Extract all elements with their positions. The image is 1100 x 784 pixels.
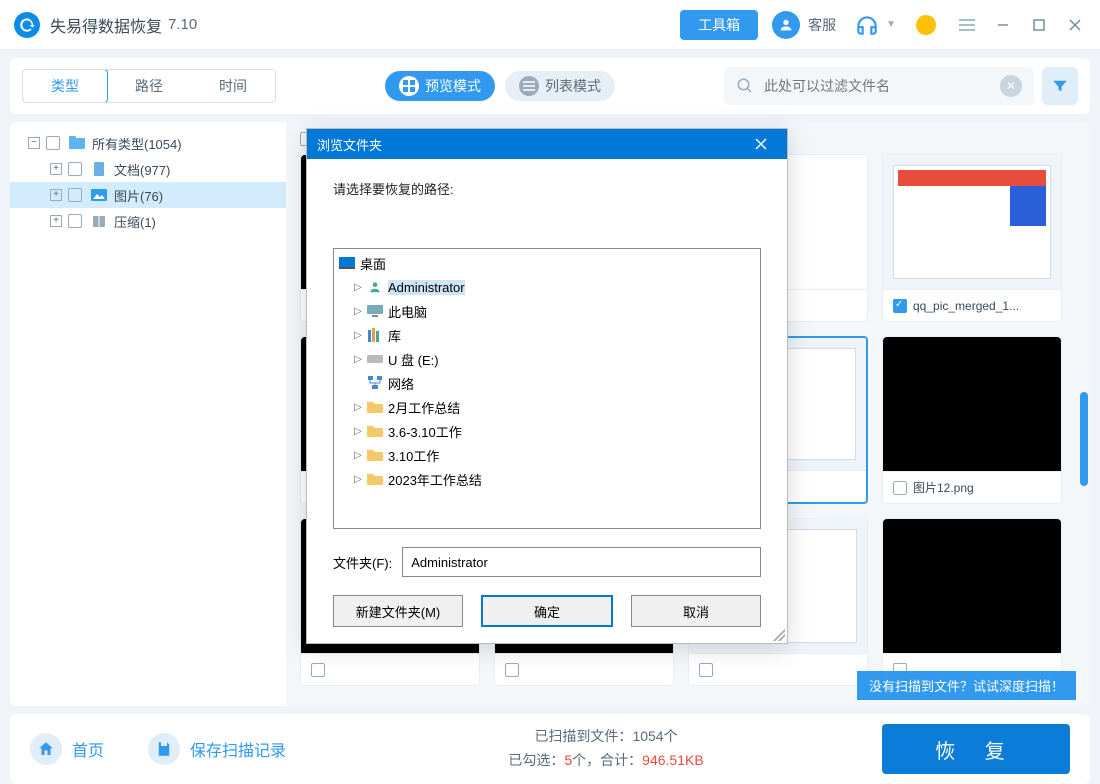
folder-tree[interactable]: 桌面 ▷Administrator ▷此电脑 ▷库 ▷U 盘 (E:) 网络 ▷… (333, 248, 761, 529)
sidebar: − 所有类型(1054) + 文档(977) + 图片(76) + 压缩(1) (10, 122, 286, 706)
folder-icon (366, 399, 384, 415)
close-button[interactable] (1064, 14, 1086, 36)
expand-icon[interactable]: + (50, 215, 62, 227)
search-icon (736, 77, 754, 95)
tree-checkbox[interactable] (68, 214, 82, 228)
maximize-button[interactable] (1028, 14, 1050, 36)
app-logo (14, 12, 40, 38)
filter-button[interactable] (1042, 67, 1078, 105)
ok-button[interactable]: 确定 (481, 595, 613, 627)
library-icon (366, 327, 384, 343)
folder-icon (366, 447, 384, 463)
expand-icon[interactable]: + (50, 163, 62, 175)
tree-folder[interactable]: ▷2023年工作总结 (334, 467, 760, 491)
toolbox-button[interactable]: 工具箱 (680, 10, 758, 40)
grid-icon (399, 76, 419, 96)
list-icon (519, 76, 539, 96)
menu-button[interactable] (956, 14, 978, 36)
user-icon (366, 279, 384, 295)
tree-usb[interactable]: ▷U 盘 (E:) (334, 347, 760, 371)
preview-mode-button[interactable]: 预览模式 (385, 71, 495, 101)
folder-icon (366, 423, 384, 439)
cancel-button[interactable]: 取消 (631, 595, 761, 627)
browse-folder-dialog: 浏览文件夹 请选择要恢复的路径: 桌面 ▷Administrator ▷此电脑 … (306, 128, 788, 644)
dialog-prompt: 请选择要恢复的路径: (333, 179, 761, 198)
tree-network[interactable]: 网络 (334, 371, 760, 395)
footer: 首页 保存扫描记录 已扫描到文件：1054个 已勾选：5个，合计：946.51K… (10, 714, 1090, 784)
app-title: 失易得数据恢复 (50, 13, 162, 37)
filter-tabs: 类型 路径 时间 (22, 69, 276, 103)
folder-icon (366, 471, 384, 487)
tree-archive[interactable]: + 压缩(1) (10, 208, 286, 234)
save-scan-button[interactable]: 保存扫描记录 (148, 733, 286, 765)
save-icon (148, 733, 180, 765)
home-icon (30, 733, 62, 765)
tree-desktop[interactable]: 桌面 (334, 251, 760, 275)
dialog-titlebar: 浏览文件夹 (307, 129, 787, 159)
folder-label: 文件夹(F): (333, 553, 392, 572)
tree-images[interactable]: + 图片(76) (10, 182, 286, 208)
minimize-button[interactable] (992, 14, 1014, 36)
search-input[interactable] (764, 78, 990, 94)
headset-icon[interactable] (854, 12, 880, 38)
app-version: 7.10 (168, 16, 197, 33)
file-card[interactable]: qq_pic_merged_1... (882, 154, 1062, 322)
tab-type[interactable]: 类型 (22, 69, 108, 103)
expand-icon[interactable]: + (50, 189, 62, 201)
tree-folder[interactable]: ▷2月工作总结 (334, 395, 760, 419)
tab-time[interactable]: 时间 (191, 70, 275, 102)
file-card[interactable] (882, 518, 1062, 686)
scan-stats: 已扫描到文件：1054个 已勾选：5个，合计：946.51KB (330, 725, 882, 773)
tree-checkbox[interactable] (46, 136, 60, 150)
tree-thispc[interactable]: ▷此电脑 (334, 299, 760, 323)
tree-docs[interactable]: + 文档(977) (10, 156, 286, 182)
tree-label: 压缩(1) (114, 212, 156, 231)
folder-input[interactable] (402, 547, 761, 577)
list-mode-label: 列表模式 (545, 76, 601, 96)
file-card[interactable]: 图片12.png (882, 336, 1062, 504)
tree-folder[interactable]: ▷3.6-3.10工作 (334, 419, 760, 443)
deep-scan-banner[interactable]: 没有扫描到文件？试试深度扫描！ (857, 671, 1076, 700)
tree-folder[interactable]: ▷3.10工作 (334, 443, 760, 467)
tree-label: 文档(977) (114, 160, 170, 179)
service-icon[interactable] (772, 11, 800, 39)
chevron-down-icon[interactable]: ▼ (886, 19, 896, 30)
list-mode-button[interactable]: 列表模式 (505, 71, 615, 101)
desktop-icon (338, 255, 356, 271)
computer-icon (366, 303, 384, 319)
tree-label: 所有类型(1054) (92, 134, 182, 153)
star-icon[interactable] (916, 15, 936, 35)
collapse-icon[interactable]: − (28, 137, 40, 149)
tree-label: 图片(76) (114, 186, 163, 205)
titlebar: 失易得数据恢复 7.10 工具箱 客服 ▼ (0, 0, 1100, 50)
image-icon (90, 187, 108, 203)
tree-all-types[interactable]: − 所有类型(1054) (10, 130, 286, 156)
service-label[interactable]: 客服 (808, 15, 836, 35)
preview-mode-label: 预览模式 (425, 76, 481, 96)
dialog-close-button[interactable] (745, 129, 777, 159)
tab-path[interactable]: 路径 (107, 70, 191, 102)
folder-field: 文件夹(F): (333, 547, 761, 577)
usb-icon (366, 351, 384, 367)
tree-checkbox[interactable] (68, 188, 82, 202)
tree-libraries[interactable]: ▷库 (334, 323, 760, 347)
folder-icon (68, 135, 86, 151)
tree-administrator[interactable]: ▷Administrator (334, 275, 760, 299)
new-folder-button[interactable]: 新建文件夹(M) (333, 595, 463, 627)
dialog-title: 浏览文件夹 (317, 135, 745, 154)
clear-search-icon[interactable]: ✕ (1000, 75, 1022, 97)
recover-button[interactable]: 恢 复 (882, 724, 1070, 774)
network-icon (366, 375, 384, 391)
toolbar: 类型 路径 时间 预览模式 列表模式 ✕ (10, 58, 1090, 114)
archive-icon (90, 213, 108, 229)
scrollbar[interactable] (1078, 122, 1088, 706)
resize-handle[interactable] (773, 629, 785, 641)
tree-checkbox[interactable] (68, 162, 82, 176)
document-icon (90, 161, 108, 177)
search-box: ✕ (724, 67, 1034, 105)
home-button[interactable]: 首页 (30, 733, 104, 765)
